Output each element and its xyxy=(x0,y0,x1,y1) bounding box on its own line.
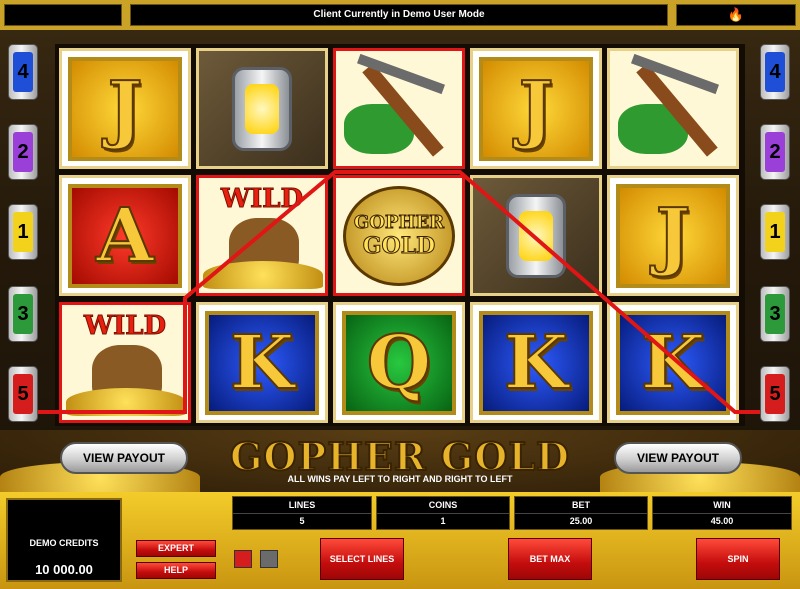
top-bar-left-slot xyxy=(4,4,122,26)
bet-max-button[interactable]: BET MAX xyxy=(508,538,592,580)
win-display: WIN 45.00 xyxy=(652,496,792,530)
help-button[interactable]: HELP xyxy=(136,562,216,579)
flame-icon: 🔥 xyxy=(727,7,745,22)
symbol-lantern xyxy=(196,48,328,169)
line-marker-left-5[interactable]: 5 xyxy=(8,366,38,422)
symbol-j: J xyxy=(607,175,739,296)
game-subtitle: ALL WINS PAY LEFT TO RIGHT AND RIGHT TO … xyxy=(287,474,513,484)
symbol-j: J xyxy=(470,48,602,169)
symbol-q: Q xyxy=(333,302,465,423)
line-marker-left-2[interactable]: 2 xyxy=(8,124,38,180)
line-marker-right-5[interactable]: 5 xyxy=(760,366,790,422)
symbol-pickaxe xyxy=(333,48,465,169)
view-payout-button-right[interactable]: VIEW PAYOUT xyxy=(614,442,742,474)
line-marker-left-4[interactable]: 4 xyxy=(8,44,38,100)
bet-display: BET 25.00 xyxy=(514,496,648,530)
title-banner: VIEW PAYOUT GOPHER GOLD ALL WINS PAY LEF… xyxy=(0,430,800,492)
symbol-wild: WILD xyxy=(196,175,328,296)
top-bar-right-slot[interactable]: 🔥 xyxy=(676,4,796,26)
slot-game: Client Currently in Demo User Mode 🔥 4 2… xyxy=(0,0,800,589)
symbol-k: K xyxy=(470,302,602,423)
spin-button[interactable]: SPIN xyxy=(696,538,780,580)
line-marker-right-4[interactable]: 4 xyxy=(760,44,790,100)
line-marker-right-2[interactable]: 2 xyxy=(760,124,790,180)
symbol-k: K xyxy=(196,302,328,423)
line-marker-left-3[interactable]: 3 xyxy=(8,286,38,342)
symbol-gopher-gold-logo: GOPHER GOLD xyxy=(333,175,465,296)
symbol-wild: WILD xyxy=(59,302,191,423)
decrease-button[interactable] xyxy=(234,550,252,568)
increase-button[interactable] xyxy=(260,550,278,568)
control-panel: DEMO CREDITS 10 000.00 LINES 5 COINS 1 B… xyxy=(0,492,800,589)
symbol-pickaxe xyxy=(607,48,739,169)
symbol-j: J xyxy=(59,48,191,169)
lantern-icon xyxy=(232,66,292,151)
credits-value: 10 000.00 xyxy=(35,562,93,577)
symbol-lantern xyxy=(470,175,602,296)
select-lines-button[interactable]: SELECT LINES xyxy=(320,538,404,580)
symbol-k: K xyxy=(607,302,739,423)
demo-mode-status: Client Currently in Demo User Mode xyxy=(130,4,668,26)
lines-display: LINES 5 xyxy=(232,496,372,530)
line-marker-right-3[interactable]: 3 xyxy=(760,286,790,342)
expert-button[interactable]: EXPERT xyxy=(136,540,216,557)
credits-label: DEMO CREDITS xyxy=(29,538,99,548)
coins-display: COINS 1 xyxy=(376,496,510,530)
credits-display: DEMO CREDITS 10 000.00 xyxy=(6,498,122,582)
game-title: GOPHER GOLD xyxy=(229,433,571,480)
view-payout-button-left[interactable]: VIEW PAYOUT xyxy=(60,442,188,474)
symbol-a: A xyxy=(59,175,191,296)
reel-grid: J J A WILD GOPHER GOLD J WILD K Q K K xyxy=(55,44,745,426)
line-marker-left-1[interactable]: 1 xyxy=(8,204,38,260)
lantern-icon xyxy=(506,193,566,278)
line-marker-right-1[interactable]: 1 xyxy=(760,204,790,260)
top-bar: Client Currently in Demo User Mode 🔥 xyxy=(0,0,800,30)
